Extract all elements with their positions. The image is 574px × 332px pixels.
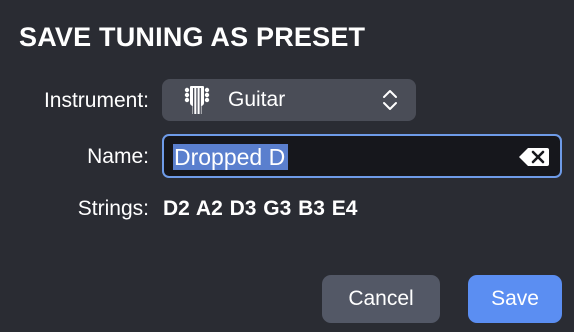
cancel-button[interactable]: Cancel xyxy=(322,275,440,323)
strings-label: Strings: xyxy=(77,197,149,220)
clear-text-icon[interactable] xyxy=(518,146,550,168)
name-label: Name: xyxy=(87,145,149,168)
preset-name-value[interactable]: Dropped D xyxy=(173,144,289,170)
save-button[interactable]: Save xyxy=(468,275,562,323)
guitar-headstock-icon xyxy=(184,86,210,114)
chevron-up-down-icon xyxy=(383,90,397,110)
preset-name-field[interactable]: Dropped D xyxy=(162,134,562,178)
strings-value: D2 A2 D3 G3 B3 E4 xyxy=(163,197,358,220)
instrument-selected-value: Guitar xyxy=(228,88,286,111)
instrument-select[interactable]: Guitar xyxy=(162,79,416,121)
save-preset-dialog: SAVE TUNING AS PRESET Instrument: Guitar… xyxy=(0,0,574,332)
instrument-label: Instrument: xyxy=(43,89,149,112)
dialog-title: SAVE TUNING AS PRESET xyxy=(19,22,366,52)
